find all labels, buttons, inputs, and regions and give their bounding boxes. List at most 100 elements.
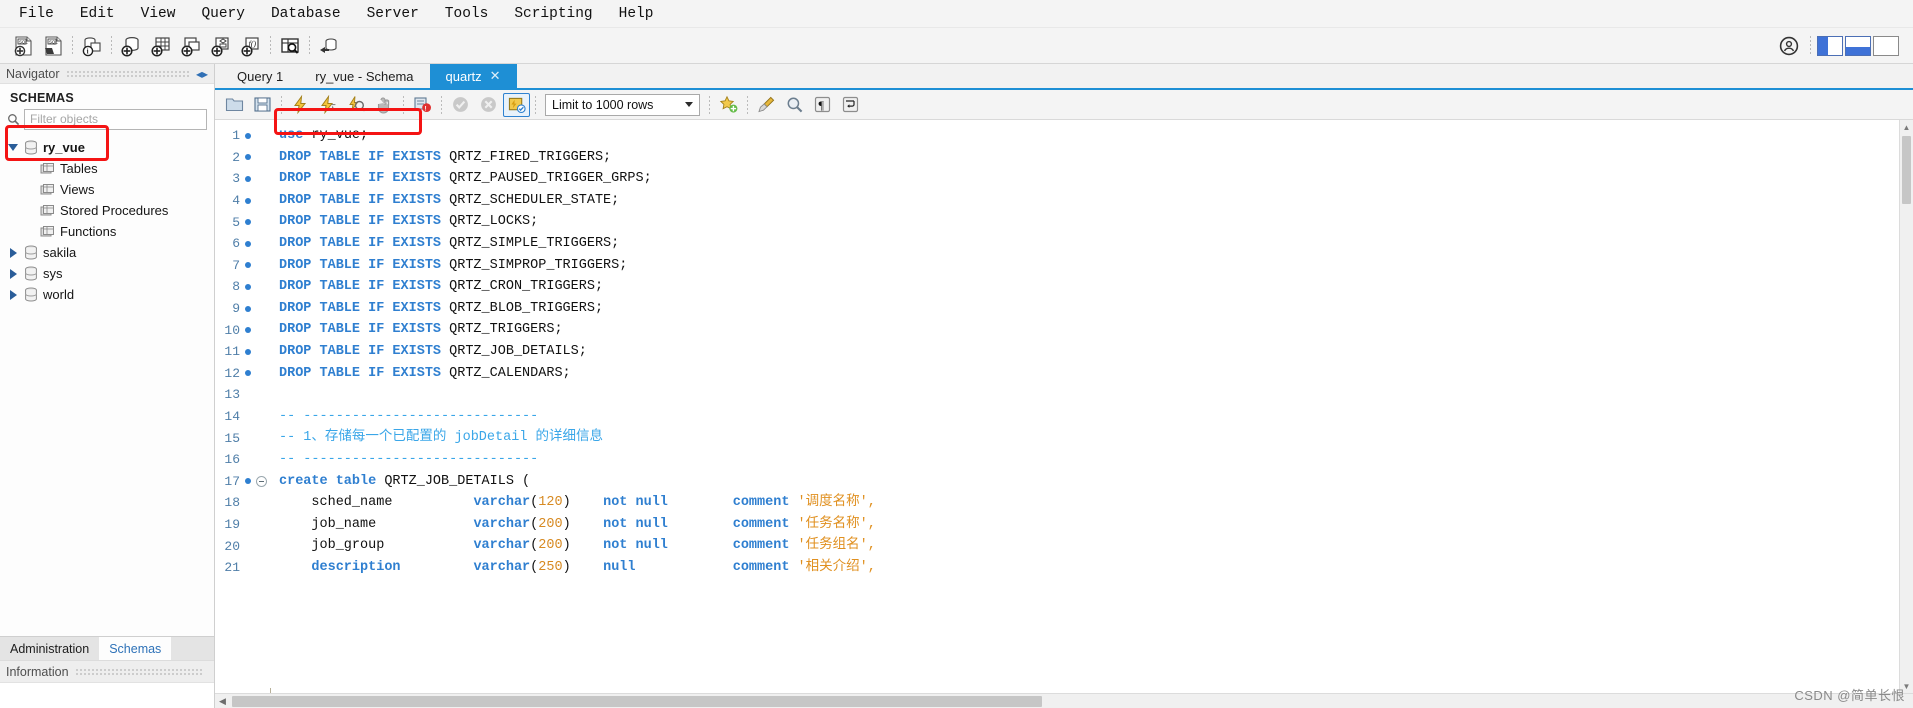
menu-scripting[interactable]: Scripting: [501, 4, 605, 24]
execute-current-statement-icon[interactable]: [315, 93, 342, 117]
code-token-num: 200: [538, 516, 563, 532]
filter-objects-input[interactable]: Filter objects: [24, 109, 207, 130]
new-sql-tab-icon[interactable]: SQL: [8, 31, 38, 61]
tree-item-functions[interactable]: Functions: [0, 221, 214, 242]
limit-rows-label: Limit to 1000 rows: [552, 97, 654, 112]
fold-toggle-icon: [256, 217, 267, 228]
code-line[interactable]: DROP TABLE IF EXISTS QRTZ_SIMPLE_TRIGGER…: [279, 233, 1899, 255]
search-table-data-icon[interactable]: [275, 31, 305, 61]
svg-text:SQL: SQL: [19, 39, 28, 44]
explain-query-icon[interactable]: [343, 93, 370, 117]
reconnect-server-icon[interactable]: [314, 31, 344, 61]
chevron-right-icon[interactable]: [8, 289, 19, 300]
code-line[interactable]: DROP TABLE IF EXISTS QRTZ_LOCKS;: [279, 211, 1899, 233]
autocommit-icon[interactable]: [503, 92, 530, 117]
menu-edit[interactable]: Edit: [67, 4, 128, 24]
tree-item-sys[interactable]: sys: [0, 263, 214, 284]
open-sql-script-icon[interactable]: SQL: [38, 31, 68, 61]
chevron-up-icon[interactable]: ▲: [1900, 120, 1913, 134]
code-line[interactable]: -- 1、存储每一个已配置的 jobDetail 的详细信息: [279, 427, 1899, 449]
code-line[interactable]: DROP TABLE IF EXISTS QRTZ_PAUSED_TRIGGER…: [279, 168, 1899, 190]
save-script-icon[interactable]: [249, 93, 276, 117]
horizontal-scrollbar[interactable]: ◀: [215, 693, 1913, 708]
code-line[interactable]: job_name varchar(200) not null comment '…: [279, 514, 1899, 536]
menu-bar: File Edit View Query Database Server Tools Scri…: [0, 0, 1913, 28]
code-line[interactable]: DROP TABLE IF EXISTS QRTZ_SCHEDULER_STAT…: [279, 190, 1899, 212]
fold-toggle-icon[interactable]: [256, 475, 267, 487]
tree-item-tables[interactable]: Tables: [0, 158, 214, 179]
editor-tab-ry-vue-schema[interactable]: ry_vue - Schema: [299, 64, 429, 88]
horizontal-scrollbar-thumb[interactable]: [232, 695, 1042, 707]
help-icon[interactable]: [1774, 31, 1804, 61]
limit-rows-select[interactable]: Limit to 1000 rows: [545, 93, 700, 116]
code-line[interactable]: DROP TABLE IF EXISTS QRTZ_JOB_DETAILS;: [279, 341, 1899, 363]
line-number-gutter: 1 2 3 4 5 6 7 8 9 10 11 12 13 14 15 16 17 18 19 20 21: [215, 120, 271, 693]
new-schema-icon[interactable]: [116, 31, 146, 61]
sql-code-content[interactable]: use ry_vue; DROP TABLE IF EXISTS QRTZ_FIR…: [271, 120, 1899, 693]
code-line[interactable]: [279, 384, 1899, 406]
menu-query[interactable]: Query: [188, 4, 258, 24]
tree-item-stored-procedures[interactable]: Stored Procedures: [0, 200, 214, 221]
code-token-num: 200: [538, 538, 563, 554]
toggle-output-icon[interactable]: [1845, 35, 1871, 56]
editor-tab-quartz[interactable]: quartz ✕: [429, 64, 517, 88]
tree-item-views[interactable]: Views: [0, 179, 214, 200]
new-view-icon[interactable]: [176, 31, 206, 61]
vertical-scrollbar-thumb[interactable]: [1902, 136, 1911, 204]
code-line[interactable]: DROP TABLE IF EXISTS QRTZ_FIRED_TRIGGERS…: [279, 147, 1899, 169]
toggle-breakpoint-icon[interactable]: !: [409, 93, 436, 117]
code-line[interactable]: DROP TABLE IF EXISTS QRTZ_CALENDARS;: [279, 363, 1899, 385]
code-line[interactable]: -- -----------------------------: [279, 449, 1899, 471]
menu-file[interactable]: File: [6, 4, 67, 24]
code-line[interactable]: DROP TABLE IF EXISTS QRTZ_TRIGGERS;: [279, 319, 1899, 341]
menu-view[interactable]: View: [128, 4, 189, 24]
code-line[interactable]: description varchar(250) null comment '相…: [279, 557, 1899, 579]
code-line[interactable]: DROP TABLE IF EXISTS QRTZ_CRON_TRIGGERS;: [279, 276, 1899, 298]
code-line[interactable]: job_group varchar(200) not null comment …: [279, 535, 1899, 557]
code-line[interactable]: use ry_vue;: [279, 125, 1899, 147]
code-token-kw: use: [279, 128, 304, 143]
sql-editor[interactable]: 1 2 3 4 5 6 7 8 9 10 11 12 13 14 15 16 17 18 19 20 21 use ry…: [215, 120, 1913, 708]
new-table-icon[interactable]: [146, 31, 176, 61]
toggle-sidebar-icon[interactable]: [1817, 35, 1843, 56]
connection-info-icon[interactable]: i: [77, 31, 107, 61]
invisible-chars-icon[interactable]: ¶: [809, 93, 836, 117]
code-line[interactable]: DROP TABLE IF EXISTS QRTZ_BLOB_TRIGGERS;: [279, 298, 1899, 320]
tree-item-world[interactable]: world: [0, 284, 214, 305]
menu-tools[interactable]: Tools: [432, 4, 502, 24]
chevron-left-icon[interactable]: ◀: [215, 696, 230, 707]
svg-text:SQL: SQL: [49, 39, 58, 44]
tab-schemas[interactable]: Schemas: [99, 637, 172, 660]
tree-item-ry-vue[interactable]: ry_vue: [0, 137, 214, 158]
close-icon[interactable]: ✕: [490, 68, 501, 84]
main-toolbar: SQL SQL i f(): [0, 28, 1913, 64]
beautify-sql-icon[interactable]: [753, 93, 780, 117]
menu-server[interactable]: Server: [354, 4, 432, 24]
save-snippet-icon[interactable]: [715, 93, 742, 117]
code-line[interactable]: -- -----------------------------: [279, 406, 1899, 428]
find-icon[interactable]: [781, 93, 808, 117]
rollback-icon[interactable]: [475, 93, 502, 117]
toggle-secondary-sidebar-icon[interactable]: [1873, 35, 1899, 56]
tree-item-sakila[interactable]: sakila: [0, 242, 214, 263]
commit-icon[interactable]: [447, 93, 474, 117]
new-function-icon[interactable]: f(): [236, 31, 266, 61]
chevron-right-icon[interactable]: [8, 268, 19, 279]
stop-query-icon[interactable]: [371, 93, 398, 117]
vertical-scrollbar[interactable]: ▲ ▼: [1899, 120, 1913, 693]
chevron-down-icon[interactable]: [8, 142, 19, 153]
wrap-lines-icon[interactable]: [837, 93, 864, 117]
code-line[interactable]: create table QRTZ_JOB_DETAILS (: [279, 471, 1899, 493]
editor-tab-query-1[interactable]: Query 1: [221, 64, 299, 88]
code-line[interactable]: DROP TABLE IF EXISTS QRTZ_SIMPROP_TRIGGE…: [279, 255, 1899, 277]
code-line[interactable]: sched_name varchar(120) not null comment…: [279, 492, 1899, 514]
new-procedure-icon[interactable]: [206, 31, 236, 61]
collapse-panel-icon[interactable]: ◂▸: [196, 67, 208, 81]
execute-all-icon[interactable]: [287, 93, 314, 117]
tab-administration[interactable]: Administration: [0, 637, 99, 660]
menu-help[interactable]: Help: [606, 4, 667, 24]
code-token-id: ): [562, 538, 604, 554]
menu-database[interactable]: Database: [258, 4, 354, 24]
open-script-icon[interactable]: [221, 93, 248, 117]
chevron-right-icon[interactable]: [8, 247, 19, 258]
